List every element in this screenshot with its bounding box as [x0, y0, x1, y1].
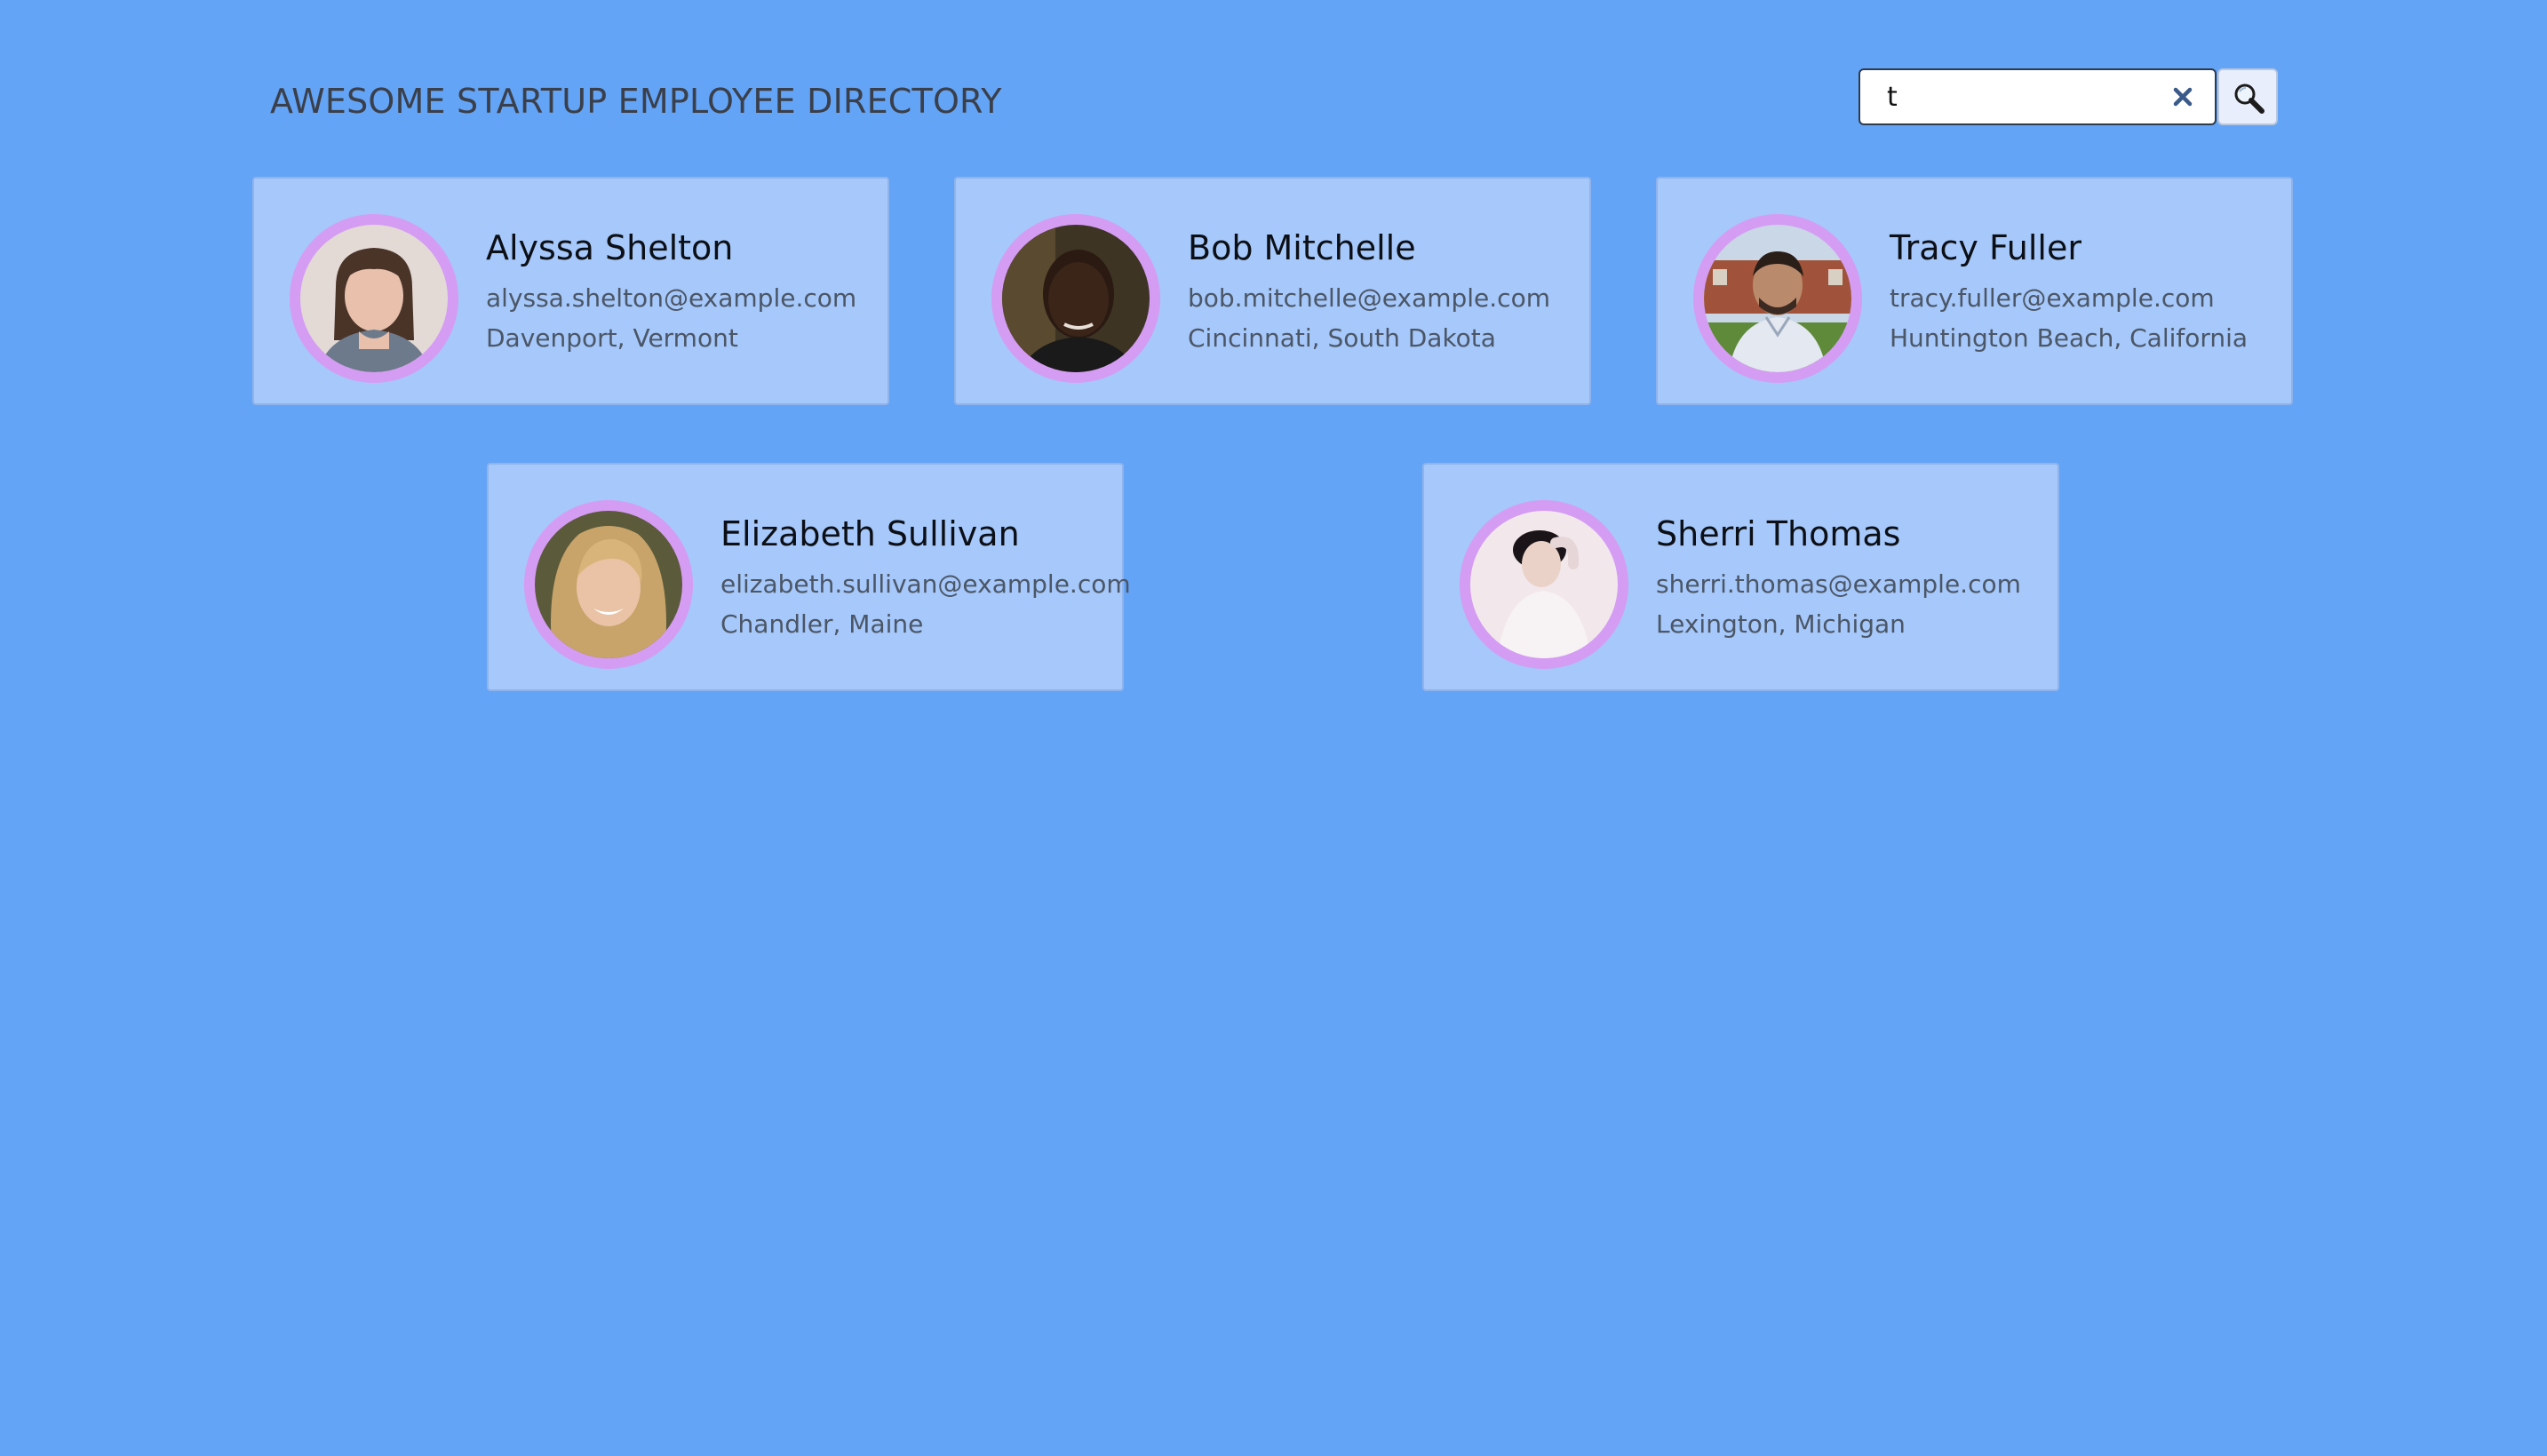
employee-card[interactable]: Elizabeth Sullivan elizabeth.sullivan@ex…: [487, 463, 1131, 691]
page-title: AWESOME STARTUP EMPLOYEE DIRECTORY: [270, 82, 1002, 121]
employee-email: tracy.fuller@example.com: [1890, 283, 2215, 313]
avatar: [991, 214, 1160, 383]
avatar: [290, 214, 458, 383]
avatar: [1693, 214, 1862, 383]
employee-photo: [300, 225, 448, 372]
employee-location: Chandler, Maine: [720, 609, 924, 639]
search-input[interactable]: [1860, 70, 2162, 123]
avatar: [524, 500, 693, 669]
close-icon: [2173, 87, 2193, 107]
search-field[interactable]: [1859, 68, 2217, 125]
employee-email: bob.mitchelle@example.com: [1188, 283, 1550, 313]
employee-location: Huntington Beach, California: [1890, 323, 2249, 353]
employee-location: Lexington, Michigan: [1656, 609, 1906, 639]
employee-name: Alyssa Shelton: [486, 228, 734, 267]
employee-name: Elizabeth Sullivan: [720, 514, 1020, 553]
employee-name: Sherri Thomas: [1656, 514, 1901, 553]
employee-photo: [535, 511, 682, 658]
employee-location: Cincinnati, South Dakota: [1188, 323, 1496, 353]
clear-search-button[interactable]: [2167, 81, 2199, 113]
search-button[interactable]: [2217, 68, 2278, 125]
employee-email: sherri.thomas@example.com: [1656, 569, 2021, 599]
employee-photo: [1002, 225, 1150, 372]
employee-photo: [1704, 225, 1851, 372]
directory-page: AWESOME STARTUP EMPLOYEE DIRECTORY t Aly…: [0, 0, 2547, 1456]
employee-card[interactable]: Alyssa Shelton alyssa.shelton@example.co…: [252, 177, 889, 405]
magnifier-icon: [2234, 84, 2264, 114]
employee-location: Davenport, Vermont: [486, 323, 738, 353]
avatar: [1460, 500, 1628, 669]
employee-email: elizabeth.sullivan@example.com: [720, 569, 1131, 599]
employee-card[interactable]: Tracy Fuller tracy.fuller@example.com Hu…: [1656, 177, 2293, 405]
employee-name: Bob Mitchelle: [1188, 228, 1416, 267]
employee-name: Tracy Fuller: [1890, 228, 2081, 267]
employee-card[interactable]: Sherri Thomas sherri.thomas@example.com …: [1422, 463, 2059, 691]
employee-photo: [1470, 511, 1618, 658]
employee-card[interactable]: Bob Mitchelle bob.mitchelle@example.com …: [954, 177, 1591, 405]
employee-email: alyssa.shelton@example.com: [486, 283, 857, 313]
